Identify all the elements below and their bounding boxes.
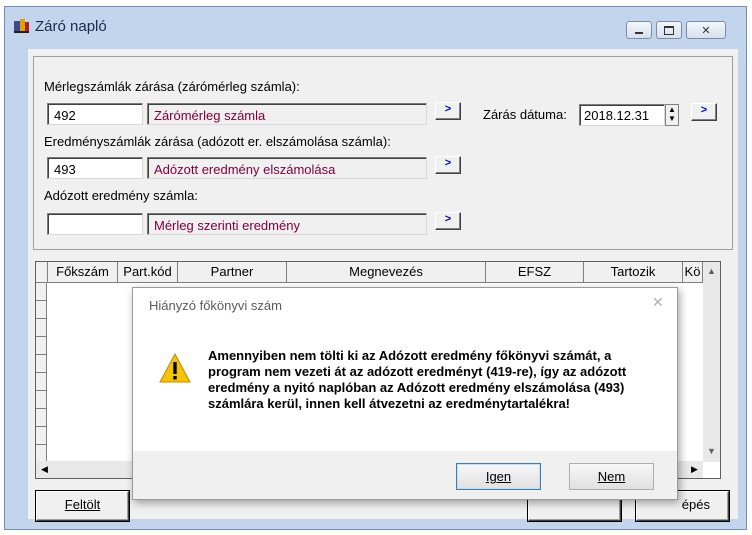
close-icon: ✕ <box>701 24 711 37</box>
grid-header: Főkszám Part.kód Partner Megnevezés EFSZ… <box>36 262 703 283</box>
maximize-icon <box>664 25 674 35</box>
minimize-icon <box>635 31 643 34</box>
balance-close-label-text: Mérlegszámlák zárása (zárómérleg számla)… <box>44 79 300 94</box>
vertical-scrollbar[interactable]: ▲ ▼ <box>703 262 720 462</box>
close-date-field[interactable]: 2018.12.31 <box>579 104 665 126</box>
col-header-partial[interactable]: Kö <box>683 262 703 282</box>
row-indicator <box>36 301 47 319</box>
no-button[interactable]: Nem <box>569 463 654 490</box>
title-bar[interactable]: Záró napló ✕ <box>5 7 746 41</box>
close-button[interactable]: ✕ <box>686 21 726 39</box>
app-icon <box>14 19 29 33</box>
grid-corner <box>36 262 48 282</box>
date-lookup-button[interactable]: > <box>691 103 717 121</box>
col-header-name[interactable]: Megnevezés <box>287 262 486 282</box>
maximize-button[interactable] <box>656 21 682 39</box>
taxed-result-label: Adózott eredmény számla: <box>44 188 198 203</box>
taxed-code-field[interactable] <box>47 213 143 235</box>
balance-close-label: Mérlegszámlák zárása (zárómérleg számla)… <box>44 79 300 94</box>
scroll-right-icon[interactable]: ▶ <box>686 461 703 478</box>
yes-button-label: Igen <box>485 469 512 484</box>
result-code-field[interactable]: 493 <box>47 157 143 179</box>
result-lookup-button[interactable]: > <box>435 156 461 174</box>
fill-button[interactable]: Feltölt <box>36 491 129 521</box>
col-header-debit[interactable]: Tartozik <box>584 262 683 282</box>
result-name-field: Adózott eredmény elszámolása <box>147 157 427 179</box>
settings-group: Mérlegszámlák zárása (zárómérleg számla)… <box>33 56 733 250</box>
scroll-up-icon[interactable]: ▲ <box>703 262 720 279</box>
no-button-label: Nem <box>597 469 626 484</box>
col-header-account[interactable]: Főkszám <box>48 262 118 282</box>
minimize-button[interactable] <box>626 21 652 39</box>
dialog-title: Hiányzó főkönyvi szám <box>149 298 282 313</box>
row-indicator <box>36 373 47 391</box>
row-indicator <box>36 337 47 355</box>
next-step-label: épés <box>681 497 710 512</box>
fill-button-label: Feltölt <box>64 497 101 512</box>
balance-lookup-button[interactable]: > <box>435 102 461 120</box>
dialog-footer: Igen Nem <box>133 451 677 499</box>
row-indicator <box>36 391 47 409</box>
row-indicator <box>36 409 47 427</box>
col-header-efsz[interactable]: EFSZ <box>486 262 584 282</box>
row-indicator <box>36 355 47 373</box>
dialog-message: Amennyiben nem tölti ki az Adózott eredm… <box>208 348 627 411</box>
scroll-left-icon[interactable]: ◀ <box>36 461 53 478</box>
scroll-down-icon[interactable]: ▼ <box>703 442 720 459</box>
balance-name-field: Zárómérleg számla <box>147 103 427 125</box>
col-header-partner[interactable]: Partner <box>178 262 287 282</box>
yes-button[interactable]: Igen <box>456 463 541 490</box>
balance-code-field[interactable]: 492 <box>47 103 143 125</box>
row-indicator <box>36 427 47 445</box>
dialog-close-icon[interactable]: ✕ <box>652 294 664 311</box>
row-indicator <box>36 283 47 301</box>
taxed-lookup-button[interactable]: > <box>435 212 461 230</box>
close-date-label: Zárás dátuma: <box>483 107 567 122</box>
col-header-partner-code[interactable]: Part.kód <box>118 262 178 282</box>
row-indicator <box>36 319 47 337</box>
window-title: Záró napló <box>35 18 107 35</box>
result-close-label: Eredményszámlák zárása (adózott er. elsz… <box>44 134 391 149</box>
warning-icon <box>159 352 191 388</box>
taxed-name-field: Mérleg szerinti eredmény <box>147 213 427 235</box>
missing-account-dialog: Hiányzó főkönyvi szám ✕ Amennyiben nem t… <box>132 287 678 500</box>
date-spinner[interactable]: ▲ ▼ <box>665 104 679 126</box>
